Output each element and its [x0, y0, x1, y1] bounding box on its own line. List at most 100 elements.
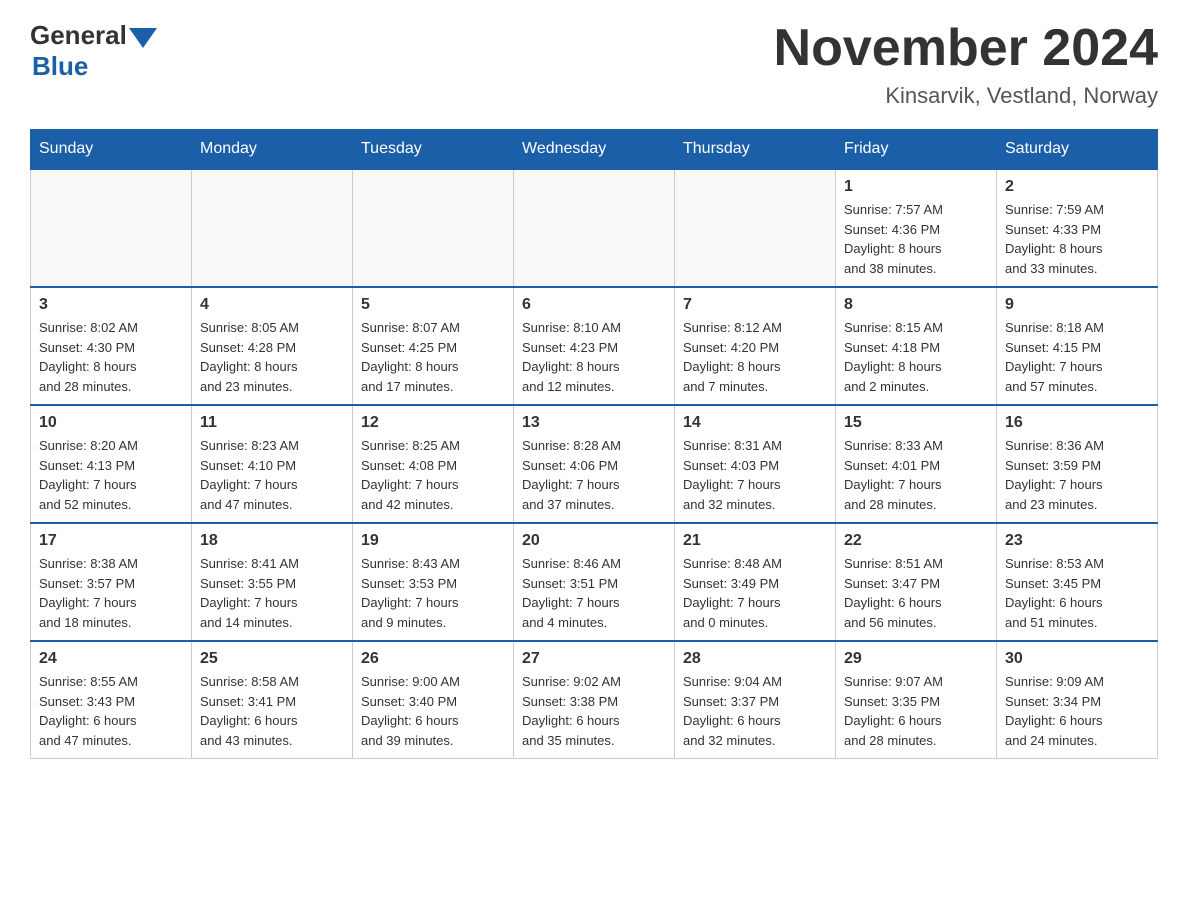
day-number: 26 [361, 650, 505, 668]
day-info: Sunrise: 7:57 AM Sunset: 4:36 PM Dayligh… [844, 200, 988, 278]
day-info: Sunrise: 8:12 AM Sunset: 4:20 PM Dayligh… [683, 318, 827, 396]
day-info: Sunrise: 8:23 AM Sunset: 4:10 PM Dayligh… [200, 436, 344, 514]
calendar-table: SundayMondayTuesdayWednesdayThursdayFrid… [30, 129, 1158, 759]
calendar-subtitle: Kinsarvik, Vestland, Norway [774, 83, 1158, 109]
calendar-cell: 3 Sunrise: 8:02 AM Sunset: 4:30 PM Daylig… [31, 287, 192, 405]
day-info: Sunrise: 8:58 AM Sunset: 3:41 PM Dayligh… [200, 672, 344, 750]
day-info: Sunrise: 8:48 AM Sunset: 3:49 PM Dayligh… [683, 554, 827, 632]
calendar-cell: 18 Sunrise: 8:41 AM Sunset: 3:55 PM Dayli… [192, 523, 353, 641]
calendar-cell: 11 Sunrise: 8:23 AM Sunset: 4:10 PM Dayli… [192, 405, 353, 523]
day-info: Sunrise: 8:05 AM Sunset: 4:28 PM Dayligh… [200, 318, 344, 396]
day-number: 30 [1005, 650, 1149, 668]
calendar-cell: 29Sunrise: 9:07 AM Sunset: 3:35 PM Dayli… [836, 641, 997, 759]
calendar-cell: 7Sunrise: 8:12 AM Sunset: 4:20 PM Daylig… [675, 287, 836, 405]
calendar-cell: 16 Sunrise: 8:36 AM Sunset: 3:59 PM Dayli… [997, 405, 1158, 523]
day-number: 27 [522, 650, 666, 668]
week-row-3: 10 Sunrise: 8:20 AM Sunset: 4:13 PM Dayli… [31, 405, 1158, 523]
day-number: 20 [522, 532, 666, 550]
calendar-cell: 15Sunrise: 8:33 AM Sunset: 4:01 PM Dayli… [836, 405, 997, 523]
day-info: Sunrise: 9:04 AM Sunset: 3:37 PM Dayligh… [683, 672, 827, 750]
day-number: 16 [1005, 414, 1149, 432]
day-number: 21 [683, 532, 827, 550]
week-row-4: 17 Sunrise: 8:38 AM Sunset: 3:57 PM Dayli… [31, 523, 1158, 641]
day-info: Sunrise: 7:59 AM Sunset: 4:33 PM Dayligh… [1005, 200, 1149, 278]
calendar-cell [675, 169, 836, 287]
calendar-cell: 27 Sunrise: 9:02 AM Sunset: 3:38 PM Dayli… [514, 641, 675, 759]
day-header-tuesday: Tuesday [353, 130, 514, 170]
week-row-2: 3 Sunrise: 8:02 AM Sunset: 4:30 PM Daylig… [31, 287, 1158, 405]
day-number: 29 [844, 650, 988, 668]
calendar-cell: 17 Sunrise: 8:38 AM Sunset: 3:57 PM Dayli… [31, 523, 192, 641]
calendar-cell: 26 Sunrise: 9:00 AM Sunset: 3:40 PM Dayli… [353, 641, 514, 759]
day-header-monday: Monday [192, 130, 353, 170]
day-info: Sunrise: 8:31 AM Sunset: 4:03 PM Dayligh… [683, 436, 827, 514]
calendar-cell: 22Sunrise: 8:51 AM Sunset: 3:47 PM Dayli… [836, 523, 997, 641]
day-info: Sunrise: 9:09 AM Sunset: 3:34 PM Dayligh… [1005, 672, 1149, 750]
calendar-cell: 8Sunrise: 8:15 AM Sunset: 4:18 PM Daylig… [836, 287, 997, 405]
title-section: November 2024 Kinsarvik, Vestland, Norwa… [774, 20, 1158, 109]
calendar-cell: 23Sunrise: 8:53 AM Sunset: 3:45 PM Dayli… [997, 523, 1158, 641]
page-header: General Blue November 2024 Kinsarvik, Ve… [30, 20, 1158, 109]
day-header-saturday: Saturday [997, 130, 1158, 170]
calendar-cell: 28Sunrise: 9:04 AM Sunset: 3:37 PM Dayli… [675, 641, 836, 759]
calendar-cell: 24 Sunrise: 8:55 AM Sunset: 3:43 PM Dayli… [31, 641, 192, 759]
day-number: 18 [200, 532, 344, 550]
week-row-1: 1 Sunrise: 7:57 AM Sunset: 4:36 PM Daylig… [31, 169, 1158, 287]
day-number: 5 [361, 296, 505, 314]
calendar-cell: 4 Sunrise: 8:05 AM Sunset: 4:28 PM Daylig… [192, 287, 353, 405]
day-info: Sunrise: 8:41 AM Sunset: 3:55 PM Dayligh… [200, 554, 344, 632]
calendar-cell: 6Sunrise: 8:10 AM Sunset: 4:23 PM Daylig… [514, 287, 675, 405]
day-number: 11 [200, 414, 344, 432]
day-number: 1 [844, 178, 988, 196]
day-number: 3 [39, 296, 183, 314]
calendar-cell: 30 Sunrise: 9:09 AM Sunset: 3:34 PM Dayli… [997, 641, 1158, 759]
calendar-cell: 2 Sunrise: 7:59 AM Sunset: 4:33 PM Daylig… [997, 169, 1158, 287]
day-number: 24 [39, 650, 183, 668]
day-info: Sunrise: 9:00 AM Sunset: 3:40 PM Dayligh… [361, 672, 505, 750]
logo-triangle-icon [129, 28, 157, 48]
day-info: Sunrise: 8:07 AM Sunset: 4:25 PM Dayligh… [361, 318, 505, 396]
day-number: 2 [1005, 178, 1149, 196]
calendar-cell: 12Sunrise: 8:25 AM Sunset: 4:08 PM Dayli… [353, 405, 514, 523]
day-number: 9 [1005, 296, 1149, 314]
day-number: 15 [844, 414, 988, 432]
calendar-cell: 21 Sunrise: 8:48 AM Sunset: 3:49 PM Dayli… [675, 523, 836, 641]
calendar-cell: 20 Sunrise: 8:46 AM Sunset: 3:51 PM Dayli… [514, 523, 675, 641]
day-info: Sunrise: 8:18 AM Sunset: 4:15 PM Dayligh… [1005, 318, 1149, 396]
day-info: Sunrise: 8:28 AM Sunset: 4:06 PM Dayligh… [522, 436, 666, 514]
logo: General Blue [30, 20, 157, 82]
day-number: 14 [683, 414, 827, 432]
calendar-title: November 2024 [774, 20, 1158, 77]
calendar-cell [31, 169, 192, 287]
day-info: Sunrise: 8:51 AM Sunset: 3:47 PM Dayligh… [844, 554, 988, 632]
day-info: Sunrise: 8:55 AM Sunset: 3:43 PM Dayligh… [39, 672, 183, 750]
day-number: 23 [1005, 532, 1149, 550]
calendar-cell [353, 169, 514, 287]
calendar-cell: 25Sunrise: 8:58 AM Sunset: 3:41 PM Dayli… [192, 641, 353, 759]
calendar-cell: 14 Sunrise: 8:31 AM Sunset: 4:03 PM Dayli… [675, 405, 836, 523]
logo-text-blue: Blue [32, 51, 157, 82]
day-info: Sunrise: 8:46 AM Sunset: 3:51 PM Dayligh… [522, 554, 666, 632]
calendar-cell: 5 Sunrise: 8:07 AM Sunset: 4:25 PM Daylig… [353, 287, 514, 405]
day-number: 10 [39, 414, 183, 432]
day-number: 19 [361, 532, 505, 550]
day-info: Sunrise: 8:20 AM Sunset: 4:13 PM Dayligh… [39, 436, 183, 514]
calendar-cell: 13 Sunrise: 8:28 AM Sunset: 4:06 PM Dayli… [514, 405, 675, 523]
day-info: Sunrise: 8:38 AM Sunset: 3:57 PM Dayligh… [39, 554, 183, 632]
day-header-friday: Friday [836, 130, 997, 170]
day-number: 17 [39, 532, 183, 550]
day-number: 4 [200, 296, 344, 314]
day-number: 8 [844, 296, 988, 314]
calendar-cell: 10 Sunrise: 8:20 AM Sunset: 4:13 PM Dayli… [31, 405, 192, 523]
logo-text-general: General [30, 20, 127, 51]
calendar-cell: 1 Sunrise: 7:57 AM Sunset: 4:36 PM Daylig… [836, 169, 997, 287]
calendar-header-row: SundayMondayTuesdayWednesdayThursdayFrid… [31, 130, 1158, 170]
day-number: 13 [522, 414, 666, 432]
day-info: Sunrise: 9:02 AM Sunset: 3:38 PM Dayligh… [522, 672, 666, 750]
day-header-sunday: Sunday [31, 130, 192, 170]
calendar-cell [514, 169, 675, 287]
day-info: Sunrise: 8:02 AM Sunset: 4:30 PM Dayligh… [39, 318, 183, 396]
week-row-5: 24 Sunrise: 8:55 AM Sunset: 3:43 PM Dayli… [31, 641, 1158, 759]
day-info: Sunrise: 8:36 AM Sunset: 3:59 PM Dayligh… [1005, 436, 1149, 514]
calendar-cell: 19Sunrise: 8:43 AM Sunset: 3:53 PM Dayli… [353, 523, 514, 641]
